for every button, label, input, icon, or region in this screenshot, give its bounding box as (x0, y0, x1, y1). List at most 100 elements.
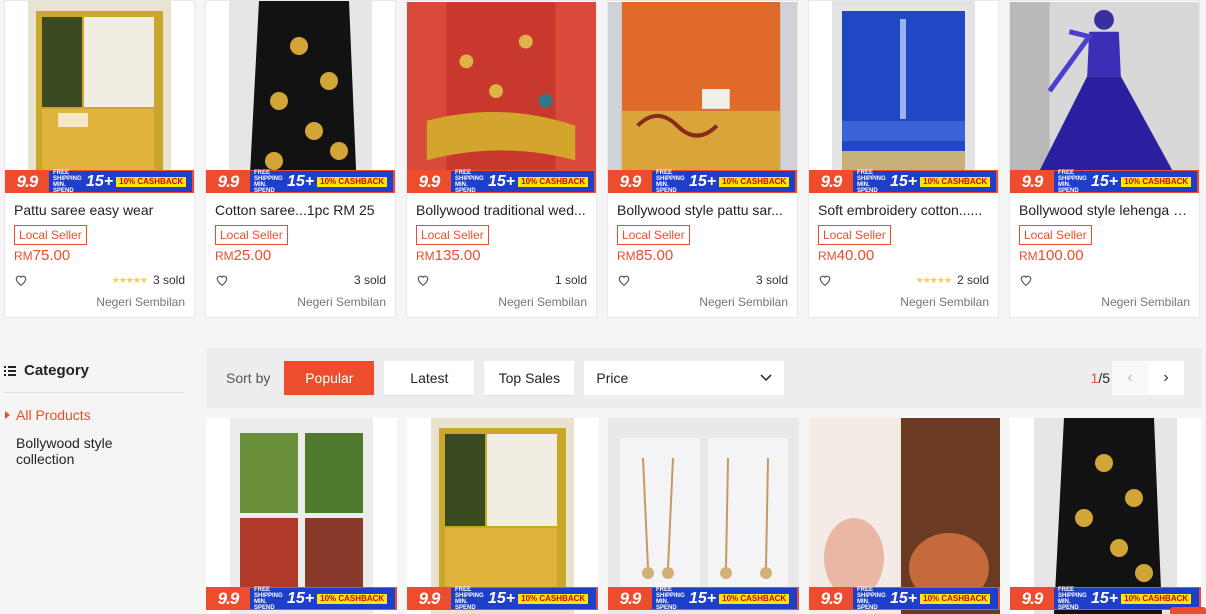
promo-banner: 9.9 FREE SHIPPING MIN. SPEND 15+ 10% CAS… (608, 587, 799, 611)
free-shipping-label: FREE SHIPPING MIN. SPEND (1058, 586, 1087, 611)
heart-icon[interactable] (1019, 273, 1033, 287)
promo-banner: 9.9 FREE SHIPPING MIN. SPEND 15+ 10% CAS… (407, 586, 598, 611)
free-shipping-label: FREE SHIPPING MIN. SPEND (857, 169, 886, 194)
free-shipping-label: FREE SHIPPING MIN. SPEND (857, 586, 886, 611)
local-seller-badge: Local Seller (1019, 225, 1092, 245)
price-select[interactable]: Price (584, 361, 785, 395)
promo-banner: 9.9 FREE SHIPPING MIN. SPEND 15+ 10% CAS… (206, 170, 395, 193)
promo-99-label: 9.9 (16, 171, 39, 191)
product-card[interactable]: 9.9 FREE SHIPPING MIN. SPEND 15+ 10% CAS… (205, 0, 396, 318)
product-image[interactable]: 9.9 FREE SHIPPING MIN. SPEND 15+ 10% CAS… (809, 1, 998, 193)
product-card[interactable]: 9.9 FREE SHIPPING MIN. SPEND 15+ 10% CAS… (1010, 418, 1201, 614)
local-seller-badge: Local Seller (416, 225, 489, 245)
product-title[interactable]: Cotton saree...1pc RM 25 (215, 201, 386, 219)
sort-bar: Sort by Popular Latest Top Sales Price 1… (206, 348, 1202, 408)
promo-banner: 9.9 FREE SHIPPING MIN. SPEND 15+ 10% CAS… (809, 170, 998, 193)
seller-location: Negeri Sembilan (297, 295, 386, 309)
product-image[interactable]: 9.9 FREE SHIPPING MIN. SPEND 15+ 10% CAS… (5, 1, 194, 193)
promo-15-label: 15+ (689, 589, 717, 607)
promo-15-label: 15+ (488, 589, 516, 607)
sort-popular-button[interactable]: Popular (284, 361, 375, 395)
free-shipping-label: FREE SHIPPING MIN. SPEND (455, 586, 484, 611)
product-title[interactable]: Soft embroidery cotton...... (818, 201, 989, 219)
product-title[interactable]: Bollywood traditional wed... (416, 201, 587, 219)
product-price: RM75.00 (14, 247, 185, 265)
product-grid-top: 9.9 FREE SHIPPING MIN. SPEND 15+ 10% CAS… (4, 0, 1200, 318)
free-shipping-label: FREE SHIPPING MIN. SPEND (656, 169, 685, 194)
price-value: 25.00 (233, 247, 272, 264)
promo-99-label: 9.9 (820, 171, 843, 191)
category-header: Category (4, 362, 184, 393)
currency: RM (617, 249, 636, 263)
category-bollywood[interactable]: Bollywood style collection (4, 435, 124, 467)
cashback-label: 10% CASHBACK (116, 176, 187, 187)
heart-icon[interactable] (818, 273, 832, 287)
promo-15-label: 15+ (1091, 172, 1119, 190)
henna-packs-photo (230, 418, 373, 614)
currency: RM (14, 249, 33, 263)
product-title[interactable]: Pattu saree easy wear (14, 201, 185, 219)
cashback-label: 10% CASHBACK (1121, 593, 1192, 604)
sold-count: 1 sold (554, 273, 587, 287)
sort-latest-button[interactable]: Latest (384, 361, 475, 395)
sort-by-label: Sort by (226, 370, 271, 386)
local-seller-badge: Local Seller (818, 225, 891, 245)
product-title[interactable]: Bollywood style lehenga s... (1019, 201, 1190, 219)
floating-chat-button[interactable] (1170, 607, 1206, 614)
cashback-label: 10% CASHBACK (317, 593, 388, 604)
currency: RM (215, 249, 234, 263)
cashback-label: 10% CASHBACK (1121, 176, 1192, 187)
product-card[interactable]: 9.9 FREE SHIPPING MIN. SPEND 15+ 10% CAS… (4, 0, 195, 318)
product-card[interactable]: 9.9 FREE SHIPPING MIN. SPEND 15+ 10% CAS… (608, 418, 799, 614)
product-card[interactable]: 9.9 FREE SHIPPING MIN. SPEND 15+ 10% CAS… (406, 0, 597, 318)
product-card[interactable]: 9.9 FREE SHIPPING MIN. SPEND 15+ 10% CAS… (808, 0, 999, 318)
product-title[interactable]: Bollywood style pattu sar... (617, 201, 788, 219)
product-price: RM100.00 (1019, 247, 1190, 265)
promo-15-label: 15+ (689, 172, 717, 190)
saree-box-photo (431, 418, 574, 614)
promo-banner: 9.9 FREE SHIPPING MIN. SPEND 15+ 10% CAS… (809, 586, 1000, 611)
promo-99-label: 9.9 (217, 171, 240, 191)
seller-location: Negeri Sembilan (96, 295, 185, 309)
product-price: RM40.00 (818, 247, 989, 265)
product-image[interactable]: 9.9 FREE SHIPPING MIN. SPEND 15+ 10% CAS… (407, 1, 596, 193)
heart-icon[interactable] (215, 273, 229, 287)
red-saree-photo (407, 2, 596, 192)
price-value: 85.00 (635, 247, 674, 264)
sort-top-sales-button[interactable]: Top Sales (484, 361, 575, 395)
next-page-button[interactable]: › (1148, 361, 1184, 395)
heart-icon[interactable] (416, 273, 430, 287)
cashback-label: 10% CASHBACK (920, 593, 991, 604)
product-card[interactable]: 9.9 FREE SHIPPING MIN. SPEND 15+ 10% CAS… (809, 418, 1000, 614)
promo-99-label: 9.9 (820, 588, 843, 608)
product-image[interactable]: 9.9 FREE SHIPPING MIN. SPEND 15+ 10% CAS… (206, 1, 395, 193)
product-card[interactable]: 9.9 FREE SHIPPING MIN. SPEND 15+ 10% CAS… (407, 418, 598, 614)
promo-banner: 9.9 FREE SHIPPING MIN. SPEND 15+ 10% CAS… (5, 170, 194, 193)
local-seller-badge: Local Seller (14, 225, 87, 245)
cashback-label: 10% CASHBACK (719, 176, 790, 187)
promo-99-label: 9.9 (217, 588, 240, 608)
heart-icon[interactable] (617, 273, 631, 287)
product-card[interactable]: 9.9 FREE SHIPPING MIN. SPEND 15+ 10% CAS… (206, 418, 397, 614)
product-image[interactable]: 9.9 FREE SHIPPING MIN. SPEND 15+ 10% CAS… (1010, 1, 1199, 193)
prev-page-button[interactable]: ‹ (1112, 361, 1148, 395)
saree-box-photo (28, 1, 171, 193)
heart-icon[interactable] (14, 273, 28, 287)
blue-fabric-photo (832, 1, 975, 193)
product-price: RM25.00 (215, 247, 386, 265)
rating-stars: ★★★★★ (111, 274, 148, 285)
sold-count: 2 sold (956, 273, 989, 287)
cashback-label: 10% CASHBACK (719, 593, 790, 604)
price-value: 135.00 (434, 247, 481, 264)
currency: RM (416, 249, 435, 263)
product-card[interactable]: 9.9 FREE SHIPPING MIN. SPEND 15+ 10% CAS… (1009, 0, 1200, 318)
category-all-products[interactable]: All Products (4, 407, 184, 423)
seller-location: Negeri Sembilan (498, 295, 587, 309)
product-card[interactable]: 9.9 FREE SHIPPING MIN. SPEND 15+ 10% CAS… (607, 0, 798, 318)
page-indicator: 1/5 (1091, 370, 1110, 386)
promo-99-label: 9.9 (418, 588, 441, 608)
free-shipping-label: FREE SHIPPING MIN. SPEND (53, 169, 82, 194)
product-grid-bottom: 9.9 FREE SHIPPING MIN. SPEND 15+ 10% CAS… (206, 418, 1201, 614)
category-title: Category (24, 362, 90, 379)
product-image[interactable]: 9.9 FREE SHIPPING MIN. SPEND 15+ 10% CAS… (608, 1, 797, 193)
